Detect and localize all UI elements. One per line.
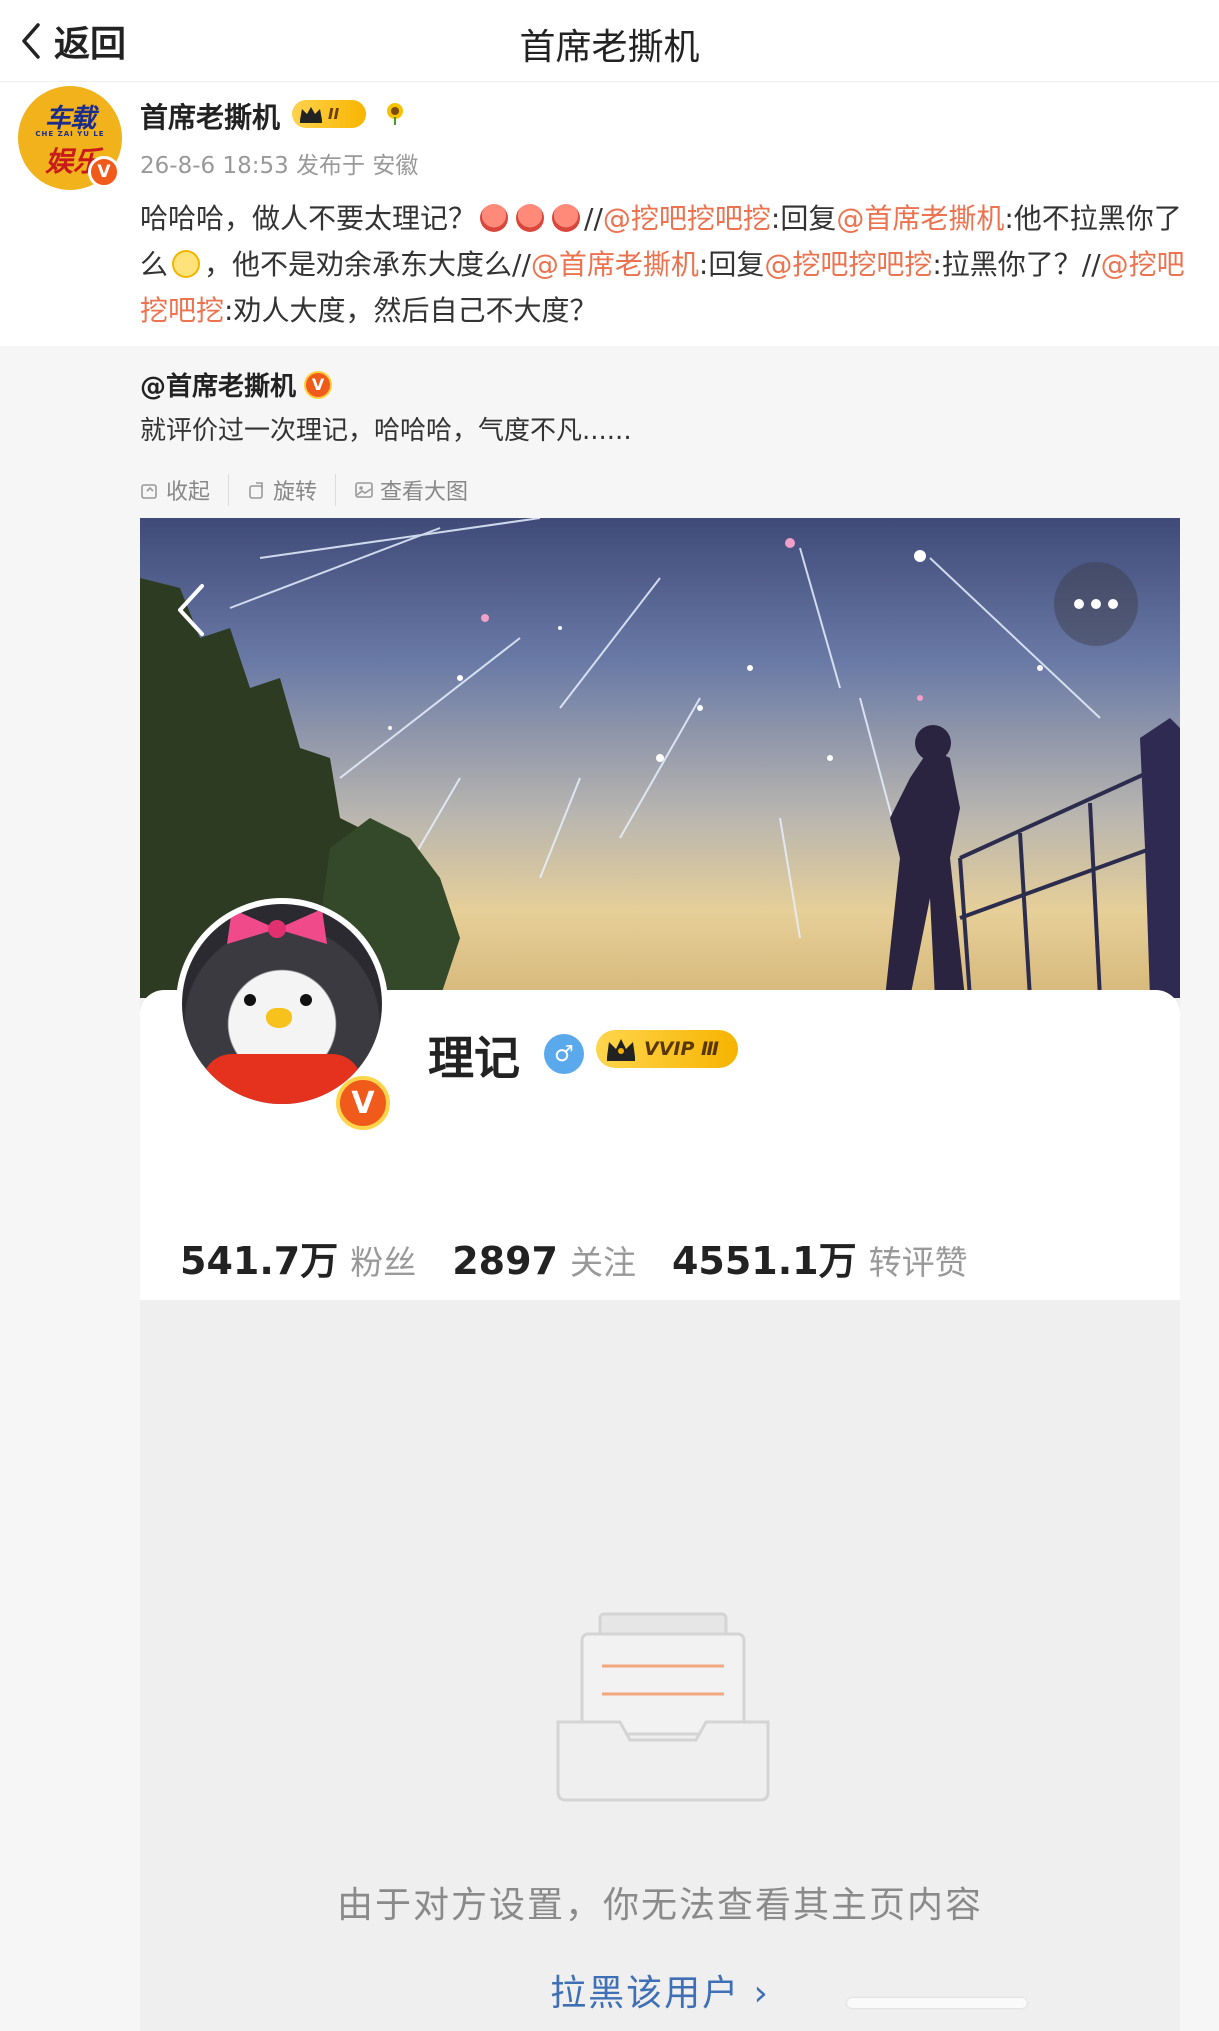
laugh-emoji-icon [480,204,509,232]
post-meta: 26-8-6 18:53 发布于 安徽 [140,153,419,179]
vvip-label: VVIP Ⅲ [644,1038,719,1060]
crown-icon [607,1039,635,1061]
verified-badge-icon: V [304,370,333,399]
mention-link[interactable]: @首席老撕机 [836,202,1004,235]
post-text-segment: :回复 [698,248,765,281]
top-nav: 返回 首席老撕机 [0,0,1219,82]
view-large-button[interactable]: 查看大图 [354,474,486,506]
post-text-segment: :回复 [770,202,837,235]
view-large-label: 查看大图 [380,480,469,505]
home-indicator [847,1998,1027,2008]
bow-icon [227,909,327,944]
following-count: 2897 [452,1239,558,1283]
post-text-segment: ，他不是劝余承东大度么// [204,248,531,281]
followers-stat[interactable]: 541.7万 粉丝 [180,1230,416,1285]
avatar-logo-sub: CHE ZAI YU LE [35,130,105,138]
attached-image[interactable]: V 理记 ♂ VVIP Ⅲ 541.7万 粉丝 2897 关注 4551.1万 … [140,518,1180,2031]
image-toolbar: 收起 旋转 查看大图 [140,474,504,506]
mention-link[interactable]: @首席老撕机 [531,248,699,281]
followers-label: 粉丝 [350,1243,417,1282]
verified-badge-icon: V [88,156,120,188]
laugh-emoji-icon [552,204,581,232]
penguin-avatar-image [182,904,382,1104]
dot-icon [1074,599,1084,609]
profile-stats: 541.7万 粉丝 2897 关注 4551.1万 转评赞 [180,1230,968,1285]
engagement-count: 4551.1万 [671,1239,857,1283]
empty-inbox-icon [556,1612,770,1802]
repost-author[interactable]: @首席老撕机 V [140,366,333,403]
followers-count: 541.7万 [180,1239,339,1283]
collapse-button[interactable]: 收起 [140,474,230,506]
member-level-badge[interactable]: II [292,100,366,128]
mention-link[interactable]: @挖吧挖吧挖 [764,248,932,281]
post-text-segment: // [584,202,603,235]
chevron-left-icon[interactable] [172,580,212,640]
verified-badge-icon: V [336,1076,390,1130]
smile-emoji-icon [172,250,201,278]
repost-author-name: @首席老撕机 [140,372,297,402]
restricted-message: 由于对方设置，你无法查看其主页内容 [336,1885,983,1926]
collapse-icon [141,484,157,499]
page-title: 首席老撕机 [519,27,700,68]
post-text-segment: :劝人大度，然后自己不大度？ [224,294,598,327]
post-text-segment: 哈哈哈，做人不要太理记？ [140,202,477,235]
rotate-button[interactable]: 旋转 [247,474,337,506]
collapse-label: 收起 [166,480,211,505]
beak [266,1008,292,1028]
post-text-segment: :拉黑你了？// [932,248,1101,281]
engagement-stat[interactable]: 4551.1万 转评赞 [672,1230,968,1285]
following-stat[interactable]: 2897 关注 [452,1236,636,1284]
rotate-icon [249,482,263,499]
more-options-button[interactable] [1054,562,1138,646]
mention-link[interactable]: @挖吧挖吧挖 [603,202,771,235]
sunflower-icon [387,103,403,125]
rotate-label: 旋转 [273,480,318,505]
male-gender-icon: ♂ [544,1034,584,1074]
profile-name: 理记 [428,1031,520,1085]
following-label: 关注 [569,1243,636,1282]
repost-text: 就评价过一次理记，哈哈哈，气度不凡...... [140,416,632,446]
image-icon [355,482,373,498]
post-text: 哈哈哈，做人不要太理记？//@挖吧挖吧挖:回复@首席老撕机:他不拉黑你了么 ，他不… [140,196,1202,334]
dot-icon [1091,599,1101,609]
author-name[interactable]: 首席老撕机 [140,96,280,136]
laugh-emoji-icon [516,204,545,232]
eye-left [244,994,256,1006]
crown-icon [300,107,322,123]
eye-right [300,994,312,1006]
block-user-link[interactable]: 拉黑该用户 › [140,1964,1180,2016]
engagement-label: 转评赞 [868,1243,968,1282]
dot-icon [1108,599,1118,609]
vvip-badge[interactable]: VVIP Ⅲ [596,1030,738,1068]
member-level-text: II [328,105,340,123]
